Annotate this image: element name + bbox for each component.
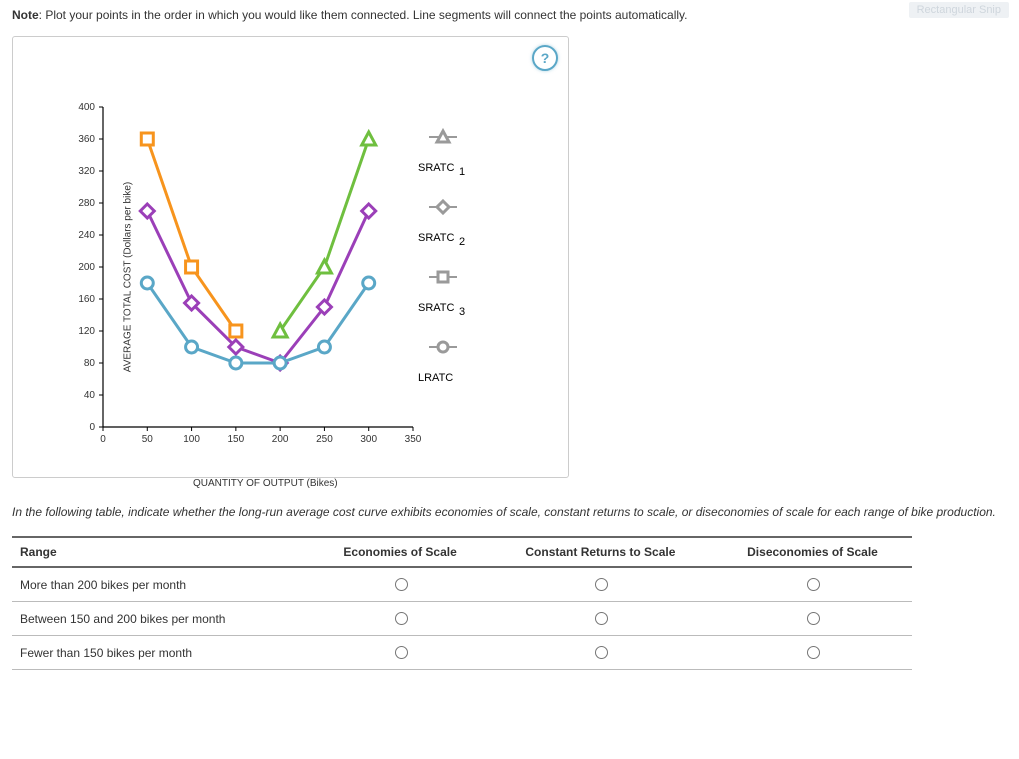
help-button[interactable]: ? <box>532 45 558 71</box>
svg-text:1: 1 <box>459 166 465 178</box>
chart-plot[interactable]: 0 50 100 150 200 250 300 350 0 40 80 120 160 200 240 28… <box>63 97 543 457</box>
col-disecon: Diseconomies of Scale <box>713 537 912 567</box>
chart-container: ? AVERAGE TOTAL COST (Dollars per bike) … <box>12 36 569 478</box>
col-range: Range <box>12 537 312 567</box>
chart-area[interactable]: AVERAGE TOTAL COST (Dollars per bike) QU… <box>63 97 543 457</box>
svg-text:320: 320 <box>78 166 95 177</box>
row-range-label: Fewer than 150 bikes per month <box>12 636 312 670</box>
scale-radio[interactable] <box>395 578 408 591</box>
row-range-label: More than 200 bikes per month <box>12 567 312 602</box>
scale-radio[interactable] <box>595 578 608 591</box>
radio-cell <box>312 636 487 670</box>
svg-text:280: 280 <box>78 198 95 209</box>
y-axis-label: AVERAGE TOTAL COST (Dollars per bike) <box>123 182 134 372</box>
svg-text:LRATC: LRATC <box>418 372 453 384</box>
svg-text:200: 200 <box>272 434 289 445</box>
table-row: More than 200 bikes per month <box>12 567 912 602</box>
svg-text:SRATC: SRATC <box>418 302 455 314</box>
svg-text:0: 0 <box>100 434 106 445</box>
svg-text:300: 300 <box>360 434 377 445</box>
radio-cell <box>312 567 487 602</box>
note-text: Note: Plot your points in the order in w… <box>12 8 1007 22</box>
svg-text:200: 200 <box>78 262 95 273</box>
question-text: In the following table, indicate whether… <box>12 502 1007 522</box>
note-prefix: Note <box>12 8 39 22</box>
scale-table: Range Economies of Scale Constant Return… <box>12 536 912 670</box>
svg-text:80: 80 <box>84 358 96 369</box>
col-econ: Economies of Scale <box>312 537 487 567</box>
svg-text:160: 160 <box>78 294 95 305</box>
radio-cell <box>713 636 912 670</box>
svg-text:400: 400 <box>78 102 95 113</box>
svg-text:3: 3 <box>459 306 465 318</box>
table-row: Between 150 and 200 bikes per month <box>12 602 912 636</box>
svg-text:SRATC: SRATC <box>418 162 455 174</box>
scale-radio[interactable] <box>395 612 408 625</box>
scale-radio[interactable] <box>807 578 820 591</box>
radio-cell <box>488 636 713 670</box>
col-const: Constant Returns to Scale <box>488 537 713 567</box>
note-body: : Plot your points in the order in which… <box>39 8 688 22</box>
scale-radio[interactable] <box>395 646 408 659</box>
radio-cell <box>488 602 713 636</box>
svg-text:40: 40 <box>84 390 96 401</box>
svg-text:120: 120 <box>78 326 95 337</box>
radio-cell <box>312 602 487 636</box>
radio-cell <box>488 567 713 602</box>
radio-cell <box>713 567 912 602</box>
radio-cell <box>713 602 912 636</box>
svg-text:0: 0 <box>89 422 95 433</box>
svg-text:250: 250 <box>316 434 333 445</box>
svg-text:50: 50 <box>142 434 154 445</box>
scale-radio[interactable] <box>595 612 608 625</box>
scale-radio[interactable] <box>595 646 608 659</box>
svg-text:SRATC: SRATC <box>418 232 455 244</box>
row-range-label: Between 150 and 200 bikes per month <box>12 602 312 636</box>
svg-text:240: 240 <box>78 230 95 241</box>
svg-text:350: 350 <box>405 434 422 445</box>
svg-text:150: 150 <box>228 434 245 445</box>
scale-radio[interactable] <box>807 646 820 659</box>
table-row: Fewer than 150 bikes per month <box>12 636 912 670</box>
rectangular-snip-badge: Rectangular Snip <box>909 2 1009 18</box>
scale-radio[interactable] <box>807 612 820 625</box>
svg-text:100: 100 <box>183 434 200 445</box>
x-axis-label: QUANTITY OF OUTPUT (Bikes) <box>193 478 338 489</box>
svg-text:2: 2 <box>459 236 465 248</box>
svg-text:360: 360 <box>78 134 95 145</box>
